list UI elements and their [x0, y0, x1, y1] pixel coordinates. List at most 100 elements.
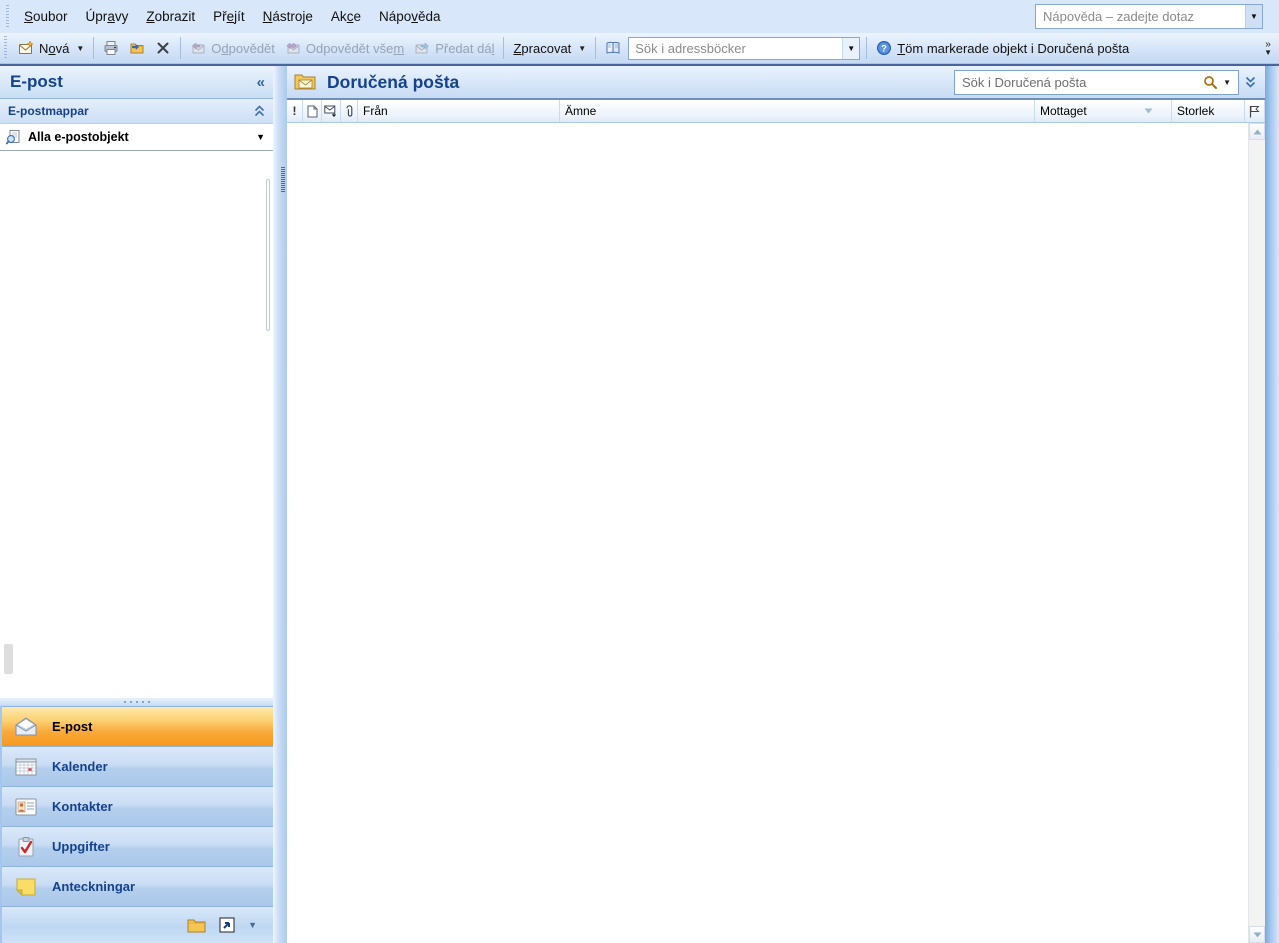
navigation-pane-splitter[interactable]: [0, 697, 273, 706]
new-mail-dropdown-arrow[interactable]: ▼: [76, 44, 84, 53]
nav-button-calendar[interactable]: Kalender: [2, 746, 273, 786]
pane-splitter-grip[interactable]: [281, 167, 285, 193]
folder-list-scroll-thumb[interactable]: [4, 644, 13, 674]
menu-soubor[interactable]: Soubor: [15, 5, 77, 28]
help-icon: ?: [877, 41, 892, 55]
column-message-state[interactable]: [322, 100, 341, 122]
menu-upravy[interactable]: Úpravy: [77, 5, 138, 28]
chevron-down-icon: ▼: [1264, 47, 1272, 57]
message-list-column-headers: ! Från Ämne Mottaget Storlek: [287, 100, 1265, 123]
process-menu-button[interactable]: Zpracovat ▼: [508, 39, 591, 58]
toolbar-drag-grip[interactable]: [4, 36, 7, 60]
address-book-button[interactable]: [600, 38, 626, 58]
document-icon: [307, 105, 317, 117]
toolbar-options-button[interactable]: » ▼: [1264, 39, 1275, 57]
toolbar-separator: [93, 37, 95, 59]
notes-icon: [15, 878, 36, 896]
menu-prejit[interactable]: Přejít: [204, 5, 254, 28]
new-mail-button[interactable]: Nová ▼: [13, 38, 89, 58]
column-size-label: Storlek: [1177, 104, 1215, 118]
menu-label: vy: [114, 9, 129, 24]
menu-napoveda[interactable]: Nápověda: [370, 5, 450, 28]
label-part: Odpovědět vše: [305, 40, 394, 56]
menu-nastroje[interactable]: Nástroje: [254, 5, 322, 28]
minimize-navigation-pane-button[interactable]: «: [257, 74, 265, 91]
label-part: l: [491, 40, 495, 56]
menu-label: Př: [213, 9, 227, 24]
column-subject-label: Ämne: [565, 104, 597, 118]
mail-folders-label: E-postmappar: [8, 104, 89, 118]
paperclip-icon: [345, 104, 352, 117]
inbox-icon: [294, 74, 316, 90]
message-list-scrollbar[interactable]: [1248, 123, 1265, 943]
folder-list-area[interactable]: [0, 151, 273, 697]
configure-buttons-arrow[interactable]: ▼: [248, 920, 257, 930]
mail-folders-header[interactable]: E-postmappar: [0, 99, 273, 124]
nav-button-tasks[interactable]: Uppgifter: [2, 826, 273, 866]
chevron-up-double-icon[interactable]: [254, 105, 265, 117]
column-importance[interactable]: !: [287, 100, 303, 122]
mail-icon: [15, 716, 37, 735]
help-question-combobox[interactable]: Nápověda – zadejte dotaz ▼: [1035, 4, 1263, 29]
column-received-label: Mottaget: [1040, 104, 1087, 118]
contacts-icon: [15, 798, 37, 815]
inbox-title: Doručená pošta: [327, 71, 460, 92]
shortcuts-icon[interactable]: [219, 917, 235, 933]
menu-bar: Soubor Úpravy Zobrazit Přejít Nástroje A…: [0, 0, 1279, 33]
all-mail-items-selector[interactable]: Alla e-postobjekt ▼: [0, 124, 273, 151]
standard-toolbar: Nová ▼ Odpovědět Odpovědět všem Předat d…: [0, 33, 1279, 64]
column-received[interactable]: Mottaget: [1035, 100, 1172, 122]
reply-icon: [192, 42, 205, 54]
expand-query-builder-button[interactable]: [1239, 76, 1261, 88]
scrollbar-track[interactable]: [1249, 140, 1265, 926]
navigation-pane-title: E-post: [10, 72, 63, 91]
folder-list-icon[interactable]: [187, 918, 206, 933]
label-part: povědět: [228, 40, 275, 56]
nav-button-contacts[interactable]: Kontakter: [2, 786, 273, 826]
delete-button[interactable]: [150, 38, 176, 58]
reply-label: Odpovědět: [211, 41, 275, 56]
search-icon[interactable]: [1203, 75, 1218, 89]
toolbar-separator: [503, 37, 505, 59]
tasks-icon: [18, 836, 34, 856]
empty-selected-items-button[interactable]: ? Töm markerade objekt i Doručená pošta: [871, 38, 1134, 58]
help-question-dropdown-arrow[interactable]: ▼: [1245, 5, 1262, 28]
scroll-down-button[interactable]: [1249, 926, 1265, 943]
inbox-header: Doručená pošta Sök i Doručená pošta ▼: [287, 66, 1265, 100]
inbox-pane: Doručená pošta Sök i Doručená pošta ▼ !: [287, 66, 1265, 943]
column-subject[interactable]: Ämne: [560, 100, 1035, 122]
address-book-search-combobox[interactable]: Sök i adressböcker ▼: [628, 36, 861, 60]
address-book-search-dropdown-arrow[interactable]: ▼: [842, 37, 860, 59]
column-item-type[interactable]: [303, 100, 322, 122]
column-from-label: Från: [363, 104, 388, 118]
print-button[interactable]: [98, 38, 124, 58]
column-flag[interactable]: [1245, 100, 1265, 122]
menu-label: ěda: [417, 9, 441, 24]
menu-label-accel: Z: [146, 9, 155, 24]
menu-zobrazit[interactable]: Zobrazit: [137, 5, 204, 28]
nav-button-mail[interactable]: E-post: [2, 706, 273, 746]
scroll-up-button[interactable]: [1249, 123, 1265, 140]
menubar-drag-grip[interactable]: [6, 4, 9, 29]
column-size[interactable]: Storlek: [1172, 100, 1245, 122]
menu-label: Nápo: [378, 9, 412, 24]
menu-akce[interactable]: Akce: [322, 5, 370, 28]
column-attachment[interactable]: [341, 100, 358, 122]
folder-list-scrollbar[interactable]: [266, 179, 270, 331]
search-options-arrow[interactable]: ▼: [1223, 78, 1231, 87]
reply-all-icon: [286, 42, 300, 54]
inbox-search-box[interactable]: Sök i Doručená pošta ▼: [954, 69, 1239, 95]
reply-all-label: Odpovědět všem: [306, 41, 404, 56]
reply-all-button: Odpovědět všem: [280, 38, 409, 58]
nav-button-notes[interactable]: Anteckningar: [2, 866, 273, 906]
label-part: Předat dá: [435, 40, 492, 56]
toolbar-separator: [595, 37, 597, 59]
move-to-folder-button[interactable]: [124, 38, 150, 58]
label-part: öm markerade objekt i Doručená pošta: [905, 40, 1130, 56]
column-from[interactable]: Från: [358, 100, 560, 122]
message-list-empty[interactable]: [287, 123, 1248, 943]
chevron-down-icon[interactable]: ▼: [256, 132, 265, 142]
pane-splitter[interactable]: [273, 66, 287, 943]
nav-button-label: Kontakter: [52, 799, 113, 814]
label-part: pracovat: [521, 40, 572, 56]
